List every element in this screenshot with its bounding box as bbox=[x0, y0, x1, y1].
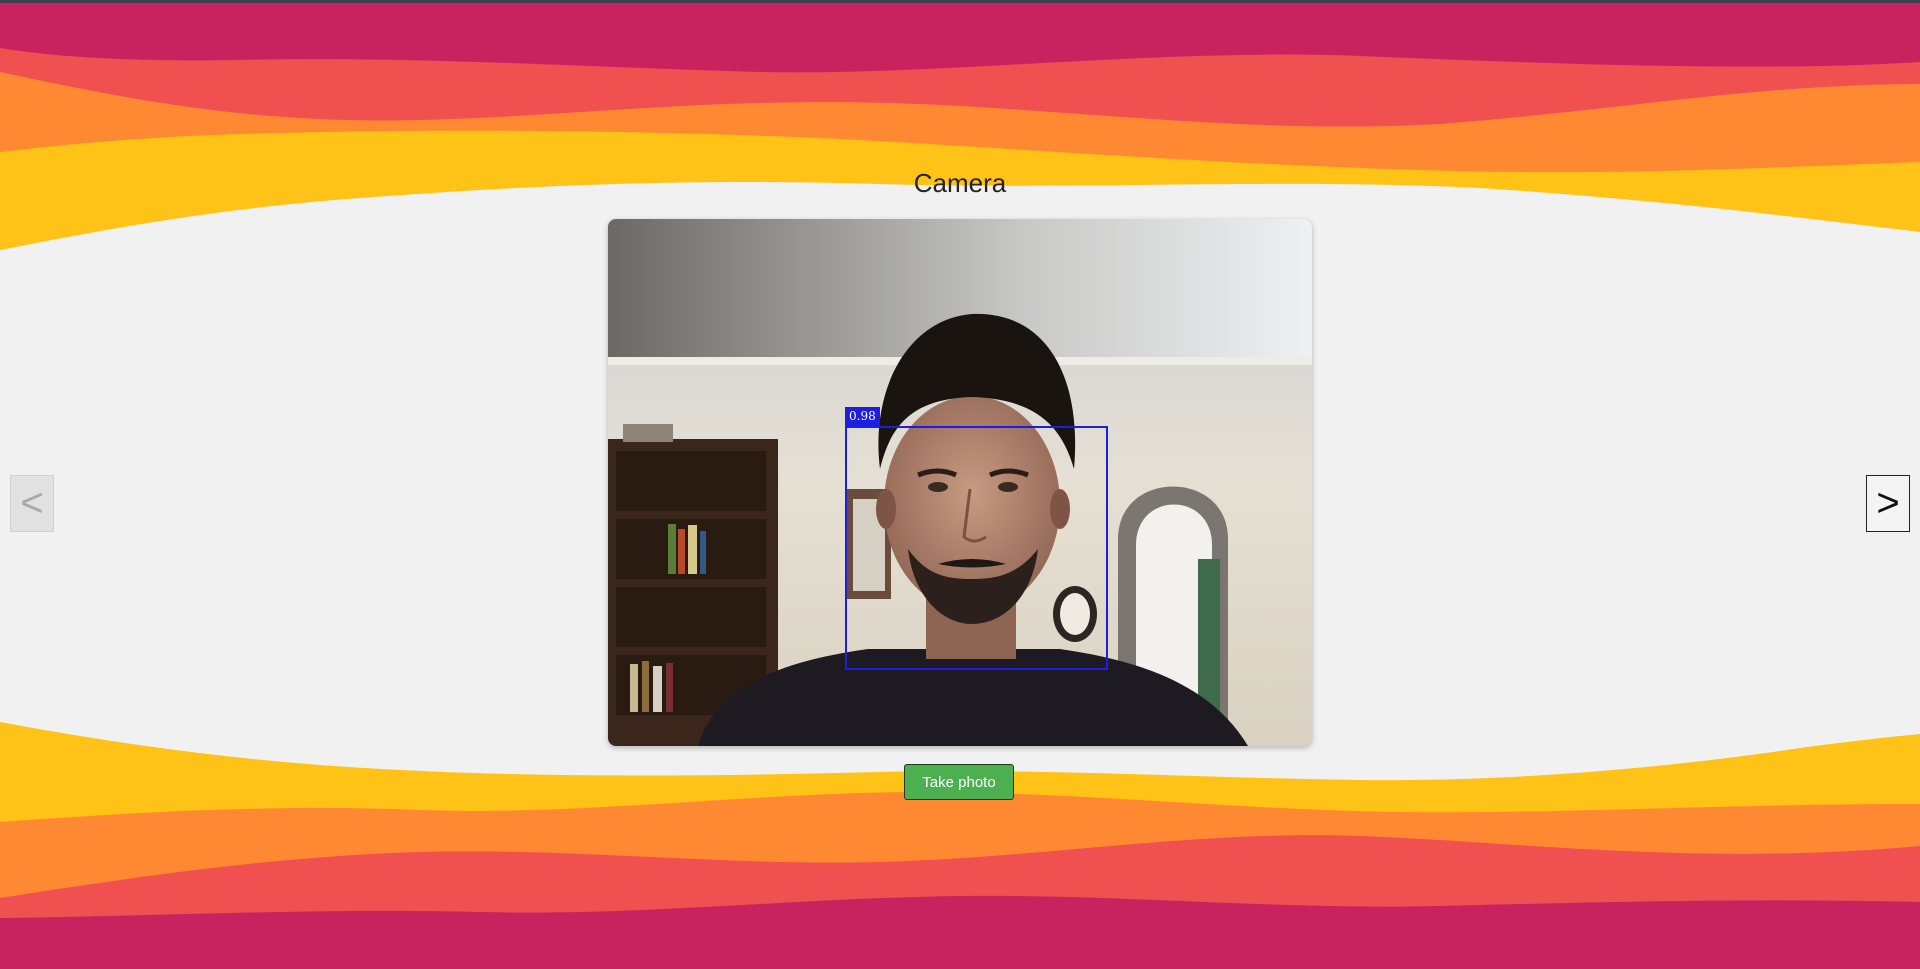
next-button[interactable]: > bbox=[1866, 475, 1910, 532]
detection-score-label: 0.98 bbox=[845, 407, 880, 426]
camera-video-feed: 0.98 bbox=[608, 219, 1312, 746]
top-border bbox=[0, 0, 1920, 3]
face-detection-box bbox=[845, 426, 1108, 670]
take-photo-button[interactable]: Take photo bbox=[904, 764, 1014, 800]
previous-button[interactable]: < bbox=[10, 475, 54, 532]
page-title: Camera bbox=[913, 168, 1007, 198]
